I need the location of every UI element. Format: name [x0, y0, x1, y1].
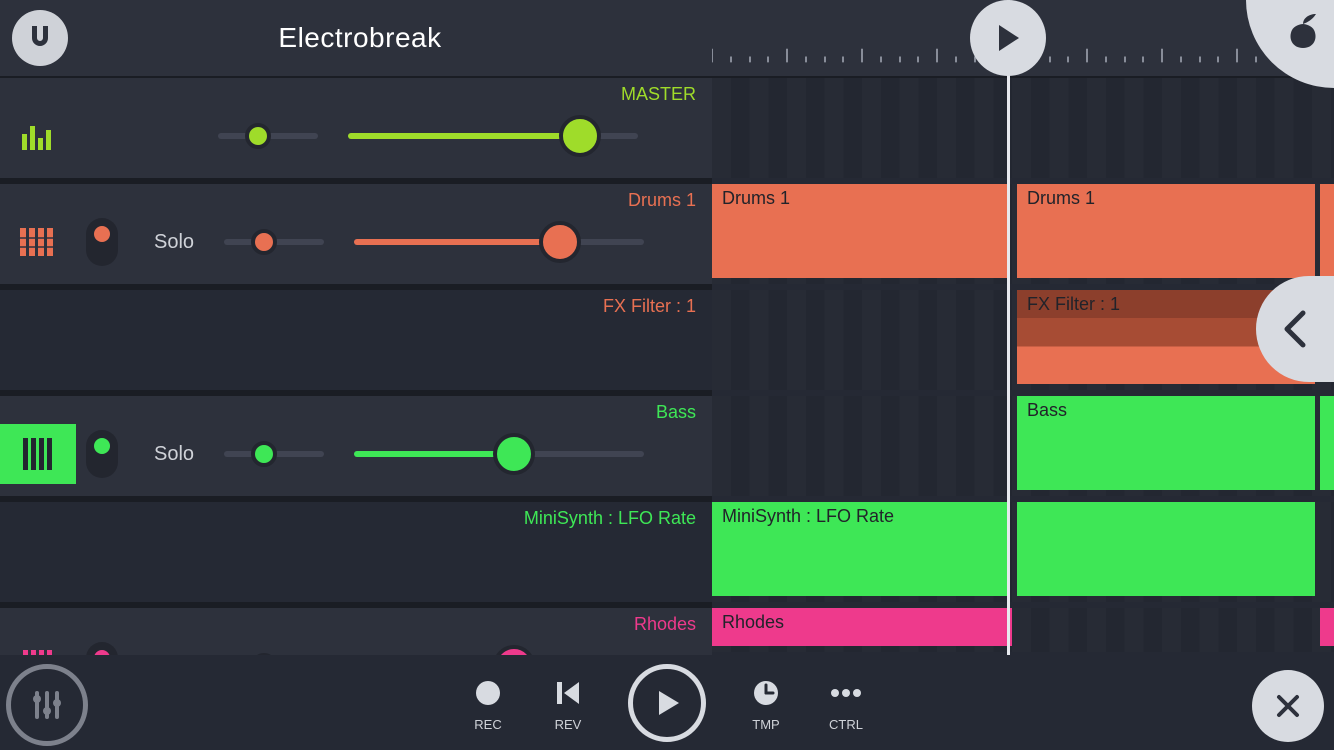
play-button-primary[interactable] [970, 0, 1046, 76]
arm-toggle[interactable] [86, 218, 118, 266]
more-icon [829, 678, 863, 708]
lane-lforate[interactable]: MiniSynth : LFO Rate [712, 502, 1334, 608]
sliders-icon [27, 685, 67, 725]
pan-knob[interactable] [245, 123, 271, 149]
clip-drums1[interactable] [1320, 184, 1334, 278]
rewind-button[interactable]: REV [548, 673, 588, 732]
tempo-label: TMP [752, 717, 779, 732]
clip-drums1[interactable]: Drums 1 [1017, 184, 1315, 278]
solo-button[interactable]: Solo [136, 231, 212, 254]
track-label: Bass [656, 402, 696, 423]
play-icon [993, 23, 1023, 53]
pan-knob[interactable] [251, 441, 277, 467]
piano-keys-icon [0, 636, 76, 655]
mixer-button[interactable] [6, 664, 88, 746]
chevron-left-icon [1281, 309, 1309, 349]
volume-knob[interactable] [559, 115, 601, 157]
project-title[interactable]: Electrobreak [8, 22, 712, 54]
clip-bass[interactable]: Bass [1017, 396, 1315, 490]
clip-rhodes[interactable]: Rhodes [712, 608, 1012, 646]
volume-knob[interactable] [493, 645, 535, 655]
playhead[interactable] [1007, 0, 1010, 655]
master-volume-slider[interactable] [348, 133, 638, 139]
drums-pan-slider[interactable] [224, 239, 324, 245]
rewind-icon [553, 678, 583, 708]
timeline[interactable]: Drums 1 Drums 1 FX Filter : 1 Bass MiniS… [712, 0, 1334, 655]
record-label: REC [474, 717, 501, 732]
play-button[interactable] [628, 664, 706, 742]
track-rhodes[interactable]: Rhodes Solo [0, 608, 712, 655]
volume-knob[interactable] [539, 221, 581, 263]
rewind-label: REV [555, 717, 582, 732]
record-icon [473, 678, 503, 708]
close-button[interactable] [1252, 670, 1324, 742]
tracks-panel: MASTER [0, 78, 712, 655]
track-bass[interactable]: Bass Solo [0, 396, 712, 502]
track-master[interactable]: MASTER [0, 78, 712, 184]
master-pan-slider[interactable] [218, 133, 318, 139]
track-label: MiniSynth : LFO Rate [524, 508, 696, 529]
arm-toggle[interactable] [86, 642, 118, 655]
clip-bass[interactable] [1320, 396, 1334, 490]
clock-icon [751, 678, 781, 708]
control-button[interactable]: CTRL [826, 673, 866, 732]
track-lfo-rate-automation[interactable]: MiniSynth : LFO Rate [0, 502, 712, 608]
master-levels-icon [0, 106, 76, 166]
record-button[interactable]: REC [468, 673, 508, 732]
lane-rhodes[interactable]: Rhodes [712, 608, 1334, 658]
drum-rack-icon [0, 212, 76, 272]
lane-drums1[interactable]: Drums 1 Drums 1 [712, 184, 1334, 290]
fruit-icon [1282, 10, 1324, 52]
top-bar: Electrobreak [0, 0, 712, 78]
lane-bass[interactable]: Bass [712, 396, 1334, 502]
tempo-button[interactable]: TMP [746, 673, 786, 732]
track-label: Rhodes [634, 614, 696, 635]
play-icon [651, 687, 683, 719]
solo-button[interactable]: Solo [136, 443, 212, 466]
volume-knob[interactable] [493, 433, 535, 475]
track-fx-filter-automation[interactable]: FX Filter : 1 [0, 290, 712, 396]
track-label: FX Filter : 1 [603, 296, 696, 317]
drums-volume-slider[interactable] [354, 239, 644, 245]
transport-bar: REC REV TMP CTRL [0, 655, 1334, 750]
clip-rhodes[interactable] [1320, 608, 1334, 646]
piano-keys-icon [0, 424, 76, 484]
bass-pan-slider[interactable] [224, 451, 324, 457]
arm-indicator [94, 438, 110, 454]
clip-lforate[interactable]: MiniSynth : LFO Rate [712, 502, 1010, 596]
lane-master[interactable] [712, 78, 1334, 184]
track-label: MASTER [621, 84, 696, 105]
clip-lforate[interactable] [1017, 502, 1315, 596]
arm-toggle[interactable] [86, 430, 118, 478]
clip-drums1[interactable]: Drums 1 [712, 184, 1010, 278]
track-drums1[interactable]: Drums 1 Solo [0, 184, 712, 290]
arm-indicator [94, 226, 110, 242]
track-label: Drums 1 [628, 190, 696, 211]
lane-fxfilter[interactable]: FX Filter : 1 [712, 290, 1334, 396]
pan-knob[interactable] [251, 229, 277, 255]
close-icon [1273, 691, 1303, 721]
control-label: CTRL [829, 717, 863, 732]
bass-volume-slider[interactable] [354, 451, 644, 457]
